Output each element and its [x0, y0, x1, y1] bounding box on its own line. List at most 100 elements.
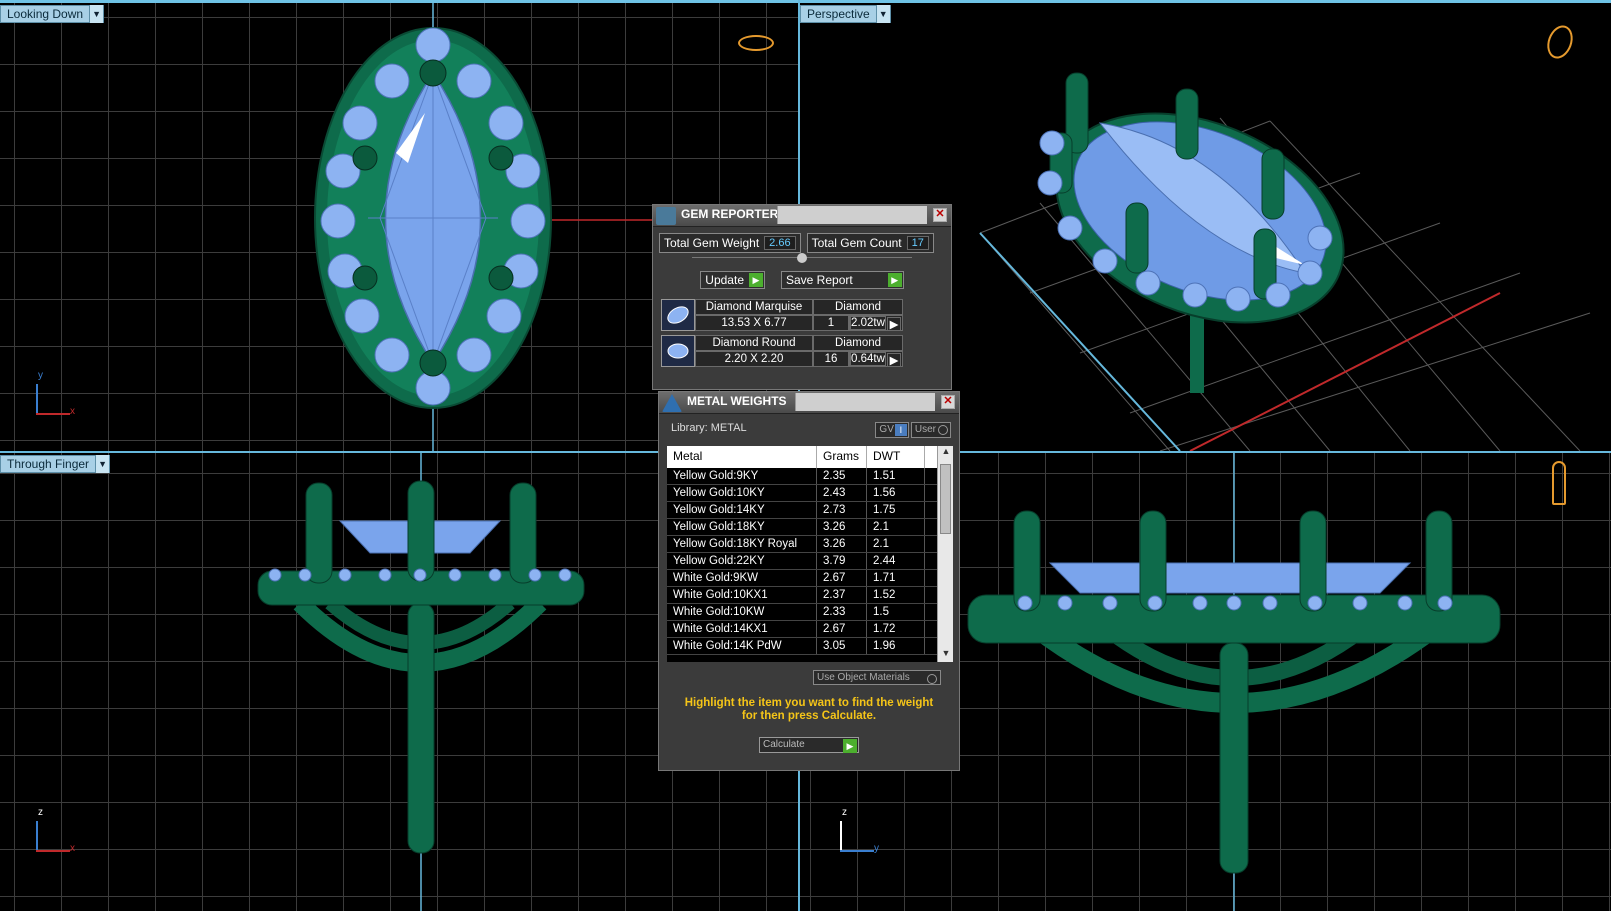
metal-grams: 3.79 [817, 553, 867, 569]
hint-line-1: Highlight the item you want to find the … [684, 697, 934, 709]
play-icon[interactable]: ▶ [887, 353, 901, 366]
gem-reporter-panel: GEM REPORTER ✕ Total Gem Weight 2.66 Tot… [652, 204, 952, 390]
metal-grams: 2.35 [817, 468, 867, 484]
save-report-button-label: Save Report [786, 273, 853, 287]
scrollbar-thumb[interactable] [940, 464, 951, 534]
metal-weights-icon [662, 394, 682, 412]
viewport-label-perspective[interactable]: Perspective ▼ [800, 5, 891, 23]
gem-name: Diamond Marquise [695, 299, 813, 315]
mode-toggles: GV I User [875, 422, 951, 438]
column-header-grams[interactable]: Grams [817, 446, 867, 468]
toggle-off-icon [938, 425, 948, 435]
gem-material: Diamond [813, 335, 903, 351]
axis-x-label: x [70, 843, 75, 854]
round-gem-icon [661, 335, 695, 367]
total-gem-count: Total Gem Count 17 [806, 233, 934, 253]
finger-view-icon[interactable] [1552, 461, 1566, 505]
gem-row[interactable]: Diamond Round Diamond 2.20 X 2.20 16 0.6… [661, 335, 921, 367]
viewport-label-through-finger[interactable]: Through Finger ▼ [0, 455, 111, 473]
gem-weight-value: 0.64tw [850, 352, 886, 366]
table-row[interactable]: White Gold:14K PdW 3.05 1.96 [667, 638, 953, 655]
metal-grams: 2.33 [817, 604, 867, 620]
table-row[interactable]: Yellow Gold:14KY 2.73 1.75 [667, 502, 953, 519]
mini-ring-icon[interactable] [738, 35, 774, 51]
metal-dwt: 1.5 [867, 604, 925, 620]
gem-name: Diamond Round [695, 335, 813, 351]
scroll-down-icon[interactable]: ▼ [938, 648, 953, 662]
collapse-knob-icon[interactable] [797, 253, 807, 263]
save-report-button[interactable]: Save Report ▶ [781, 271, 904, 289]
column-header-metal[interactable]: Metal [667, 446, 817, 468]
metal-grams: 2.37 [817, 587, 867, 603]
gem-size: 2.20 X 2.20 [695, 351, 813, 367]
axis-z-label: z [38, 807, 43, 818]
metal-grams: 2.67 [817, 621, 867, 637]
table-row[interactable]: White Gold:10KX1 2.37 1.52 [667, 587, 953, 604]
metal-weights-titlebar[interactable]: METAL WEIGHTS ✕ [659, 392, 959, 414]
play-icon: ▶ [749, 273, 763, 287]
chevron-down-icon[interactable]: ▼ [89, 5, 104, 23]
metal-name: White Gold:14KX1 [667, 621, 817, 637]
viewport-label-text: Perspective [807, 7, 870, 21]
metal-dwt: 1.51 [867, 468, 925, 484]
scroll-up-icon[interactable]: ▲ [938, 446, 953, 460]
gem-weight: 0.64tw ▶ [849, 351, 903, 367]
metal-grams: 3.05 [817, 638, 867, 654]
gv-toggle[interactable]: GV I [875, 422, 909, 438]
library-row: Library: METAL GV I User [659, 414, 959, 438]
metal-dwt: 1.72 [867, 621, 925, 637]
close-icon[interactable]: ✕ [933, 208, 947, 222]
column-header-dwt[interactable]: DWT [867, 446, 925, 468]
chevron-down-icon[interactable]: ▼ [95, 455, 110, 473]
total-gem-count-value: 17 [906, 236, 929, 250]
marquise-gem-icon [661, 299, 695, 331]
titlebar-fill [777, 206, 927, 224]
gem-weight: 2.02tw ▶ [849, 315, 903, 331]
axis-indicator: z y [838, 807, 879, 855]
table-row[interactable]: White Gold:9KW 2.67 1.71 [667, 570, 953, 587]
gem-count: 16 [813, 351, 849, 367]
toggle-on-icon: I [894, 424, 907, 436]
use-object-materials-toggle[interactable]: Use Object Materials [813, 670, 941, 685]
user-toggle-label: User [914, 424, 936, 435]
metal-dwt: 1.71 [867, 570, 925, 586]
calculate-hint: Highlight the item you want to find the … [659, 697, 959, 723]
table-row[interactable]: White Gold:14KX1 2.67 1.72 [667, 621, 953, 638]
use-object-materials-label: Use Object Materials [817, 672, 910, 683]
titlebar-fill [795, 393, 935, 411]
close-icon[interactable]: ✕ [941, 395, 955, 409]
metal-dwt: 1.52 [867, 587, 925, 603]
metal-name: White Gold:9KW [667, 570, 817, 586]
table-row[interactable]: White Gold:10KW 2.33 1.5 [667, 604, 953, 621]
metal-weights-title: METAL WEIGHTS [687, 394, 787, 408]
gem-row[interactable]: Diamond Marquise Diamond 13.53 X 6.77 1 … [661, 299, 921, 331]
metal-name: Yellow Gold:9KY [667, 468, 817, 484]
update-button[interactable]: Update ▶ [700, 271, 765, 289]
metal-name: Yellow Gold:10KY [667, 485, 817, 501]
axis-y-label: y [874, 843, 879, 854]
calculate-button[interactable]: Calculate ▶ [759, 737, 859, 753]
gem-reporter-buttons: Update ▶ Save Report ▶ [653, 271, 951, 289]
viewport-label-looking-down[interactable]: Looking Down ▼ [0, 5, 105, 23]
gv-toggle-label: GV [879, 424, 894, 435]
axis-y-label: y [38, 370, 43, 381]
play-icon[interactable]: ▶ [887, 317, 901, 330]
total-gem-weight-label: Total Gem Weight [664, 236, 760, 250]
table-row[interactable]: Yellow Gold:18KY Royal 3.26 2.1 [667, 536, 953, 553]
toggle-off-icon [927, 674, 937, 684]
table-row[interactable]: Yellow Gold:18KY 3.26 2.1 [667, 519, 953, 536]
collapse-handle[interactable] [692, 253, 912, 263]
table-row[interactable]: Yellow Gold:10KY 2.43 1.56 [667, 485, 953, 502]
axis-z-label: z [842, 807, 847, 818]
hint-line-2: for then press Calculate. [741, 710, 877, 722]
table-row[interactable]: Yellow Gold:9KY 2.35 1.51 [667, 468, 953, 485]
metal-name: White Gold:10KX1 [667, 587, 817, 603]
metal-dwt: 2.1 [867, 519, 925, 535]
table-row[interactable]: Yellow Gold:22KY 3.79 2.44 [667, 553, 953, 570]
chevron-down-icon[interactable]: ▼ [875, 5, 890, 23]
gem-size: 13.53 X 6.77 [695, 315, 813, 331]
axis-x-label: x [70, 406, 75, 417]
metal-table-scrollbar[interactable]: ▲ ▼ [937, 446, 953, 662]
user-toggle[interactable]: User [910, 422, 951, 438]
gem-reporter-titlebar[interactable]: GEM REPORTER ✕ [653, 205, 951, 227]
